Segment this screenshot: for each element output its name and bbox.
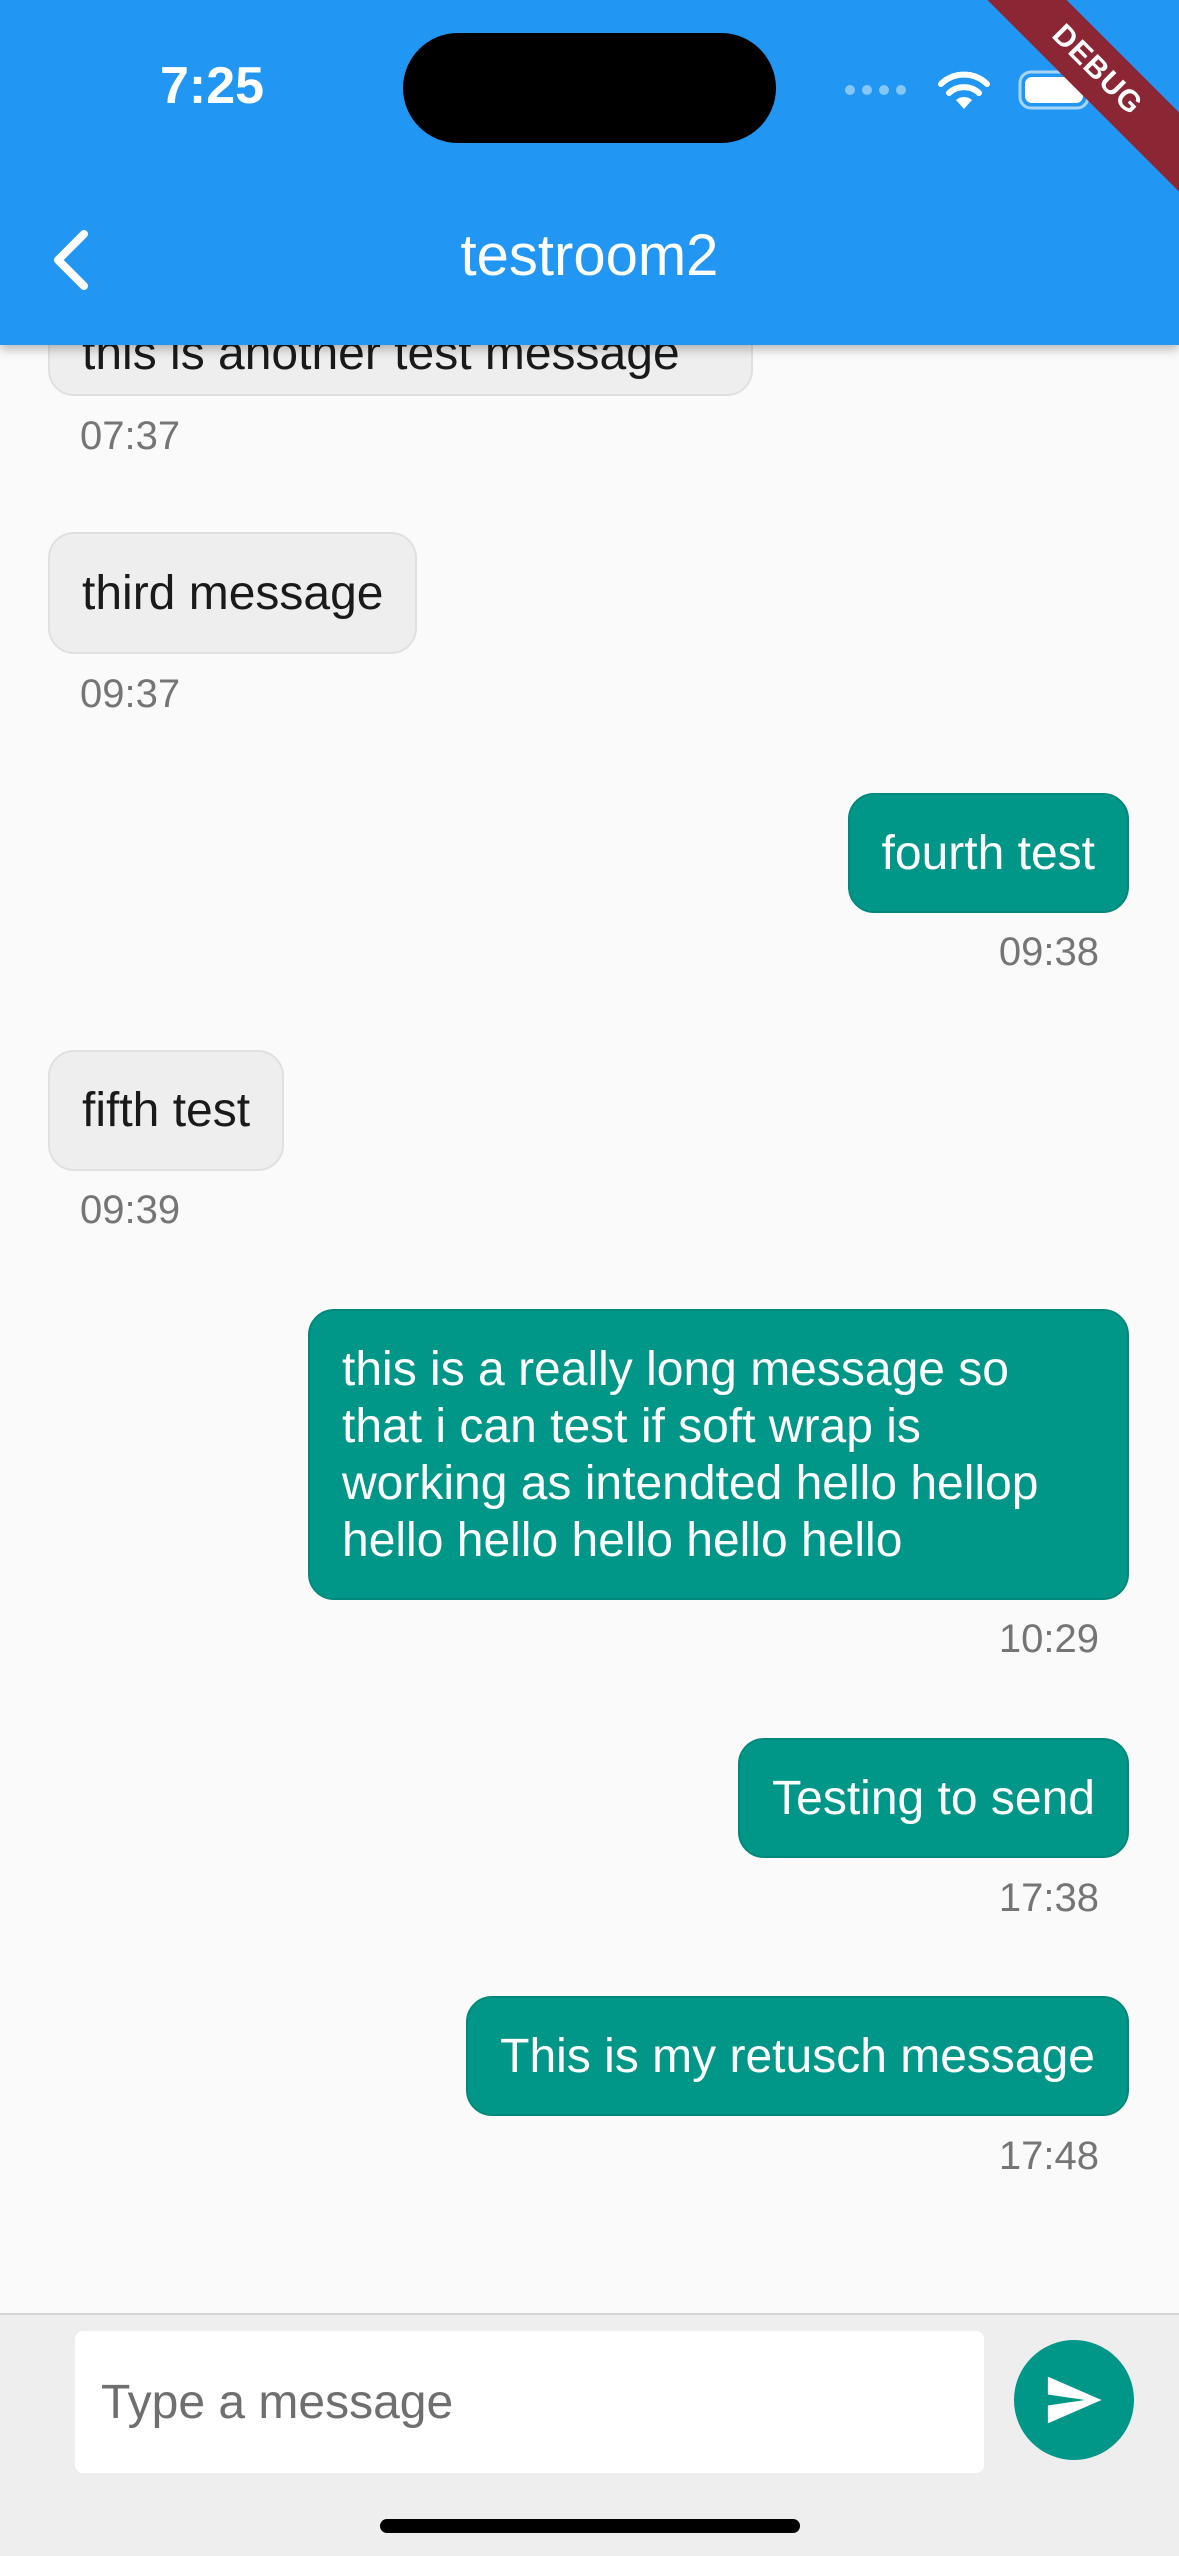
message-item: This is my retusch message: [466, 1996, 1129, 2116]
message-bubble-incoming: third message: [48, 532, 418, 654]
message-composer: [0, 2313, 1179, 2556]
message-item: this is a really long message so that i …: [308, 1309, 1129, 1600]
message-bubble-outgoing: This is my retusch message: [466, 1996, 1129, 2116]
home-indicator: [380, 2519, 800, 2533]
page-title: testroom2: [460, 223, 719, 288]
message-bubble-outgoing: fourth test: [847, 793, 1129, 913]
cellular-signal-icon: [845, 85, 906, 95]
message-timestamp: 17:48: [998, 2134, 1099, 2178]
message-timestamp: 07:37: [80, 414, 181, 458]
message-list[interactable]: this is another test message 07:37 third…: [0, 0, 1179, 2313]
dynamic-island: [403, 33, 776, 143]
message-timestamp: 10:29: [998, 1617, 1099, 1661]
message-item: Testing to send: [738, 1738, 1129, 1858]
send-button[interactable]: [1014, 2340, 1134, 2460]
app-bar: 7:25 DEBUG testroom2: [0, 0, 1179, 345]
message-timestamp: 17:38: [998, 1876, 1099, 1920]
message-item: fourth test: [847, 793, 1129, 913]
message-input[interactable]: [75, 2331, 984, 2473]
message-bubble-outgoing: this is a really long message so that i …: [308, 1309, 1129, 1600]
message-timestamp: 09:39: [80, 1188, 181, 1232]
message-item: third message: [48, 532, 418, 654]
message-bubble-incoming: fifth test: [48, 1050, 285, 1171]
message-item: fifth test: [48, 1050, 285, 1171]
send-icon: [1047, 2376, 1102, 2424]
message-timestamp: 09:38: [998, 930, 1099, 974]
wifi-icon: [938, 71, 990, 109]
status-time: 7:25: [160, 57, 265, 115]
message-timestamp: 09:37: [80, 672, 181, 716]
message-bubble-outgoing: Testing to send: [738, 1738, 1129, 1858]
